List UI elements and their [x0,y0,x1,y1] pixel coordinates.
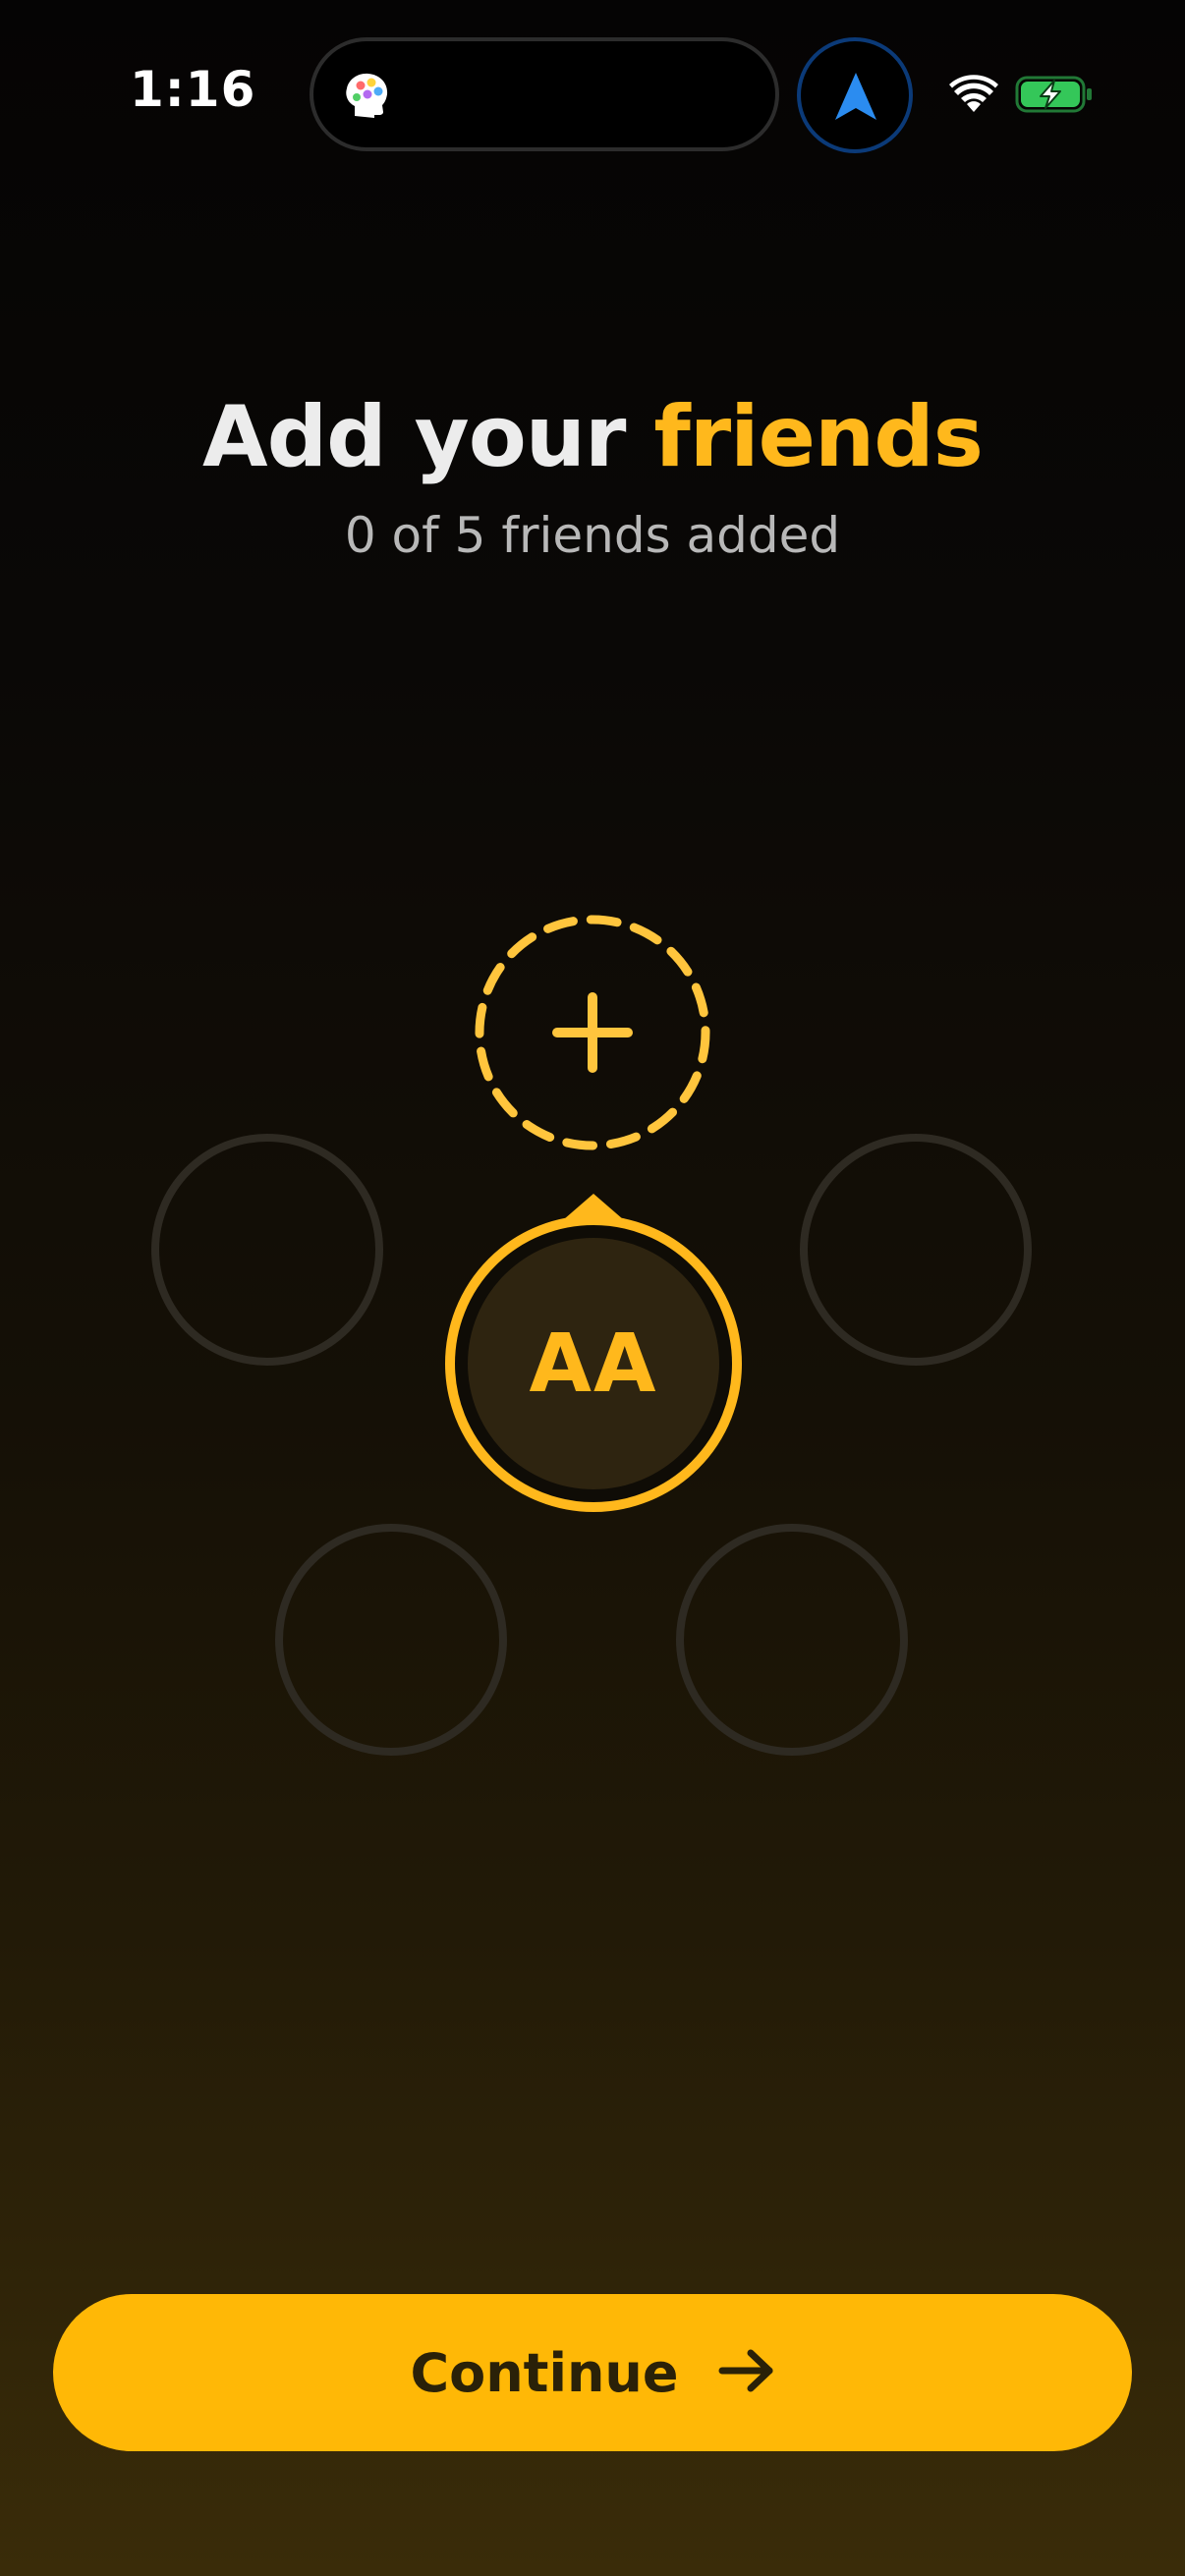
continue-label: Continue [410,2341,679,2404]
title-accent: friends [653,388,984,486]
continue-button[interactable]: Continue [53,2294,1132,2451]
add-friend-button[interactable] [475,915,710,1150]
plus-icon [475,915,710,1154]
dynamic-island[interactable] [310,37,779,151]
empty-friend-slot-bottom-left[interactable] [275,1524,507,1756]
avatar-inner: AA [468,1238,719,1489]
location-indicator[interactable] [797,37,913,153]
page-header: Add your friends 0 of 5 friends added [0,388,1185,565]
arrow-right-icon [718,2349,775,2396]
status-time: 1:16 [130,61,256,118]
page-title: Add your friends [0,388,1185,486]
self-avatar: AA [445,1194,742,1512]
brain-app-icon [341,71,392,122]
friends-count-subtitle: 0 of 5 friends added [344,507,841,564]
avatar-initials: AA [529,1316,658,1411]
empty-friend-slot-left[interactable] [151,1134,383,1366]
title-prefix: Add your [202,388,654,486]
battery-charging-icon [1015,75,1094,118]
status-bar: 1:16 [0,0,1185,187]
empty-friend-slot-right[interactable] [800,1134,1032,1366]
avatar-ring: AA [445,1215,742,1512]
empty-friend-slot-bottom-right[interactable] [676,1524,908,1756]
wifi-icon [949,75,998,118]
